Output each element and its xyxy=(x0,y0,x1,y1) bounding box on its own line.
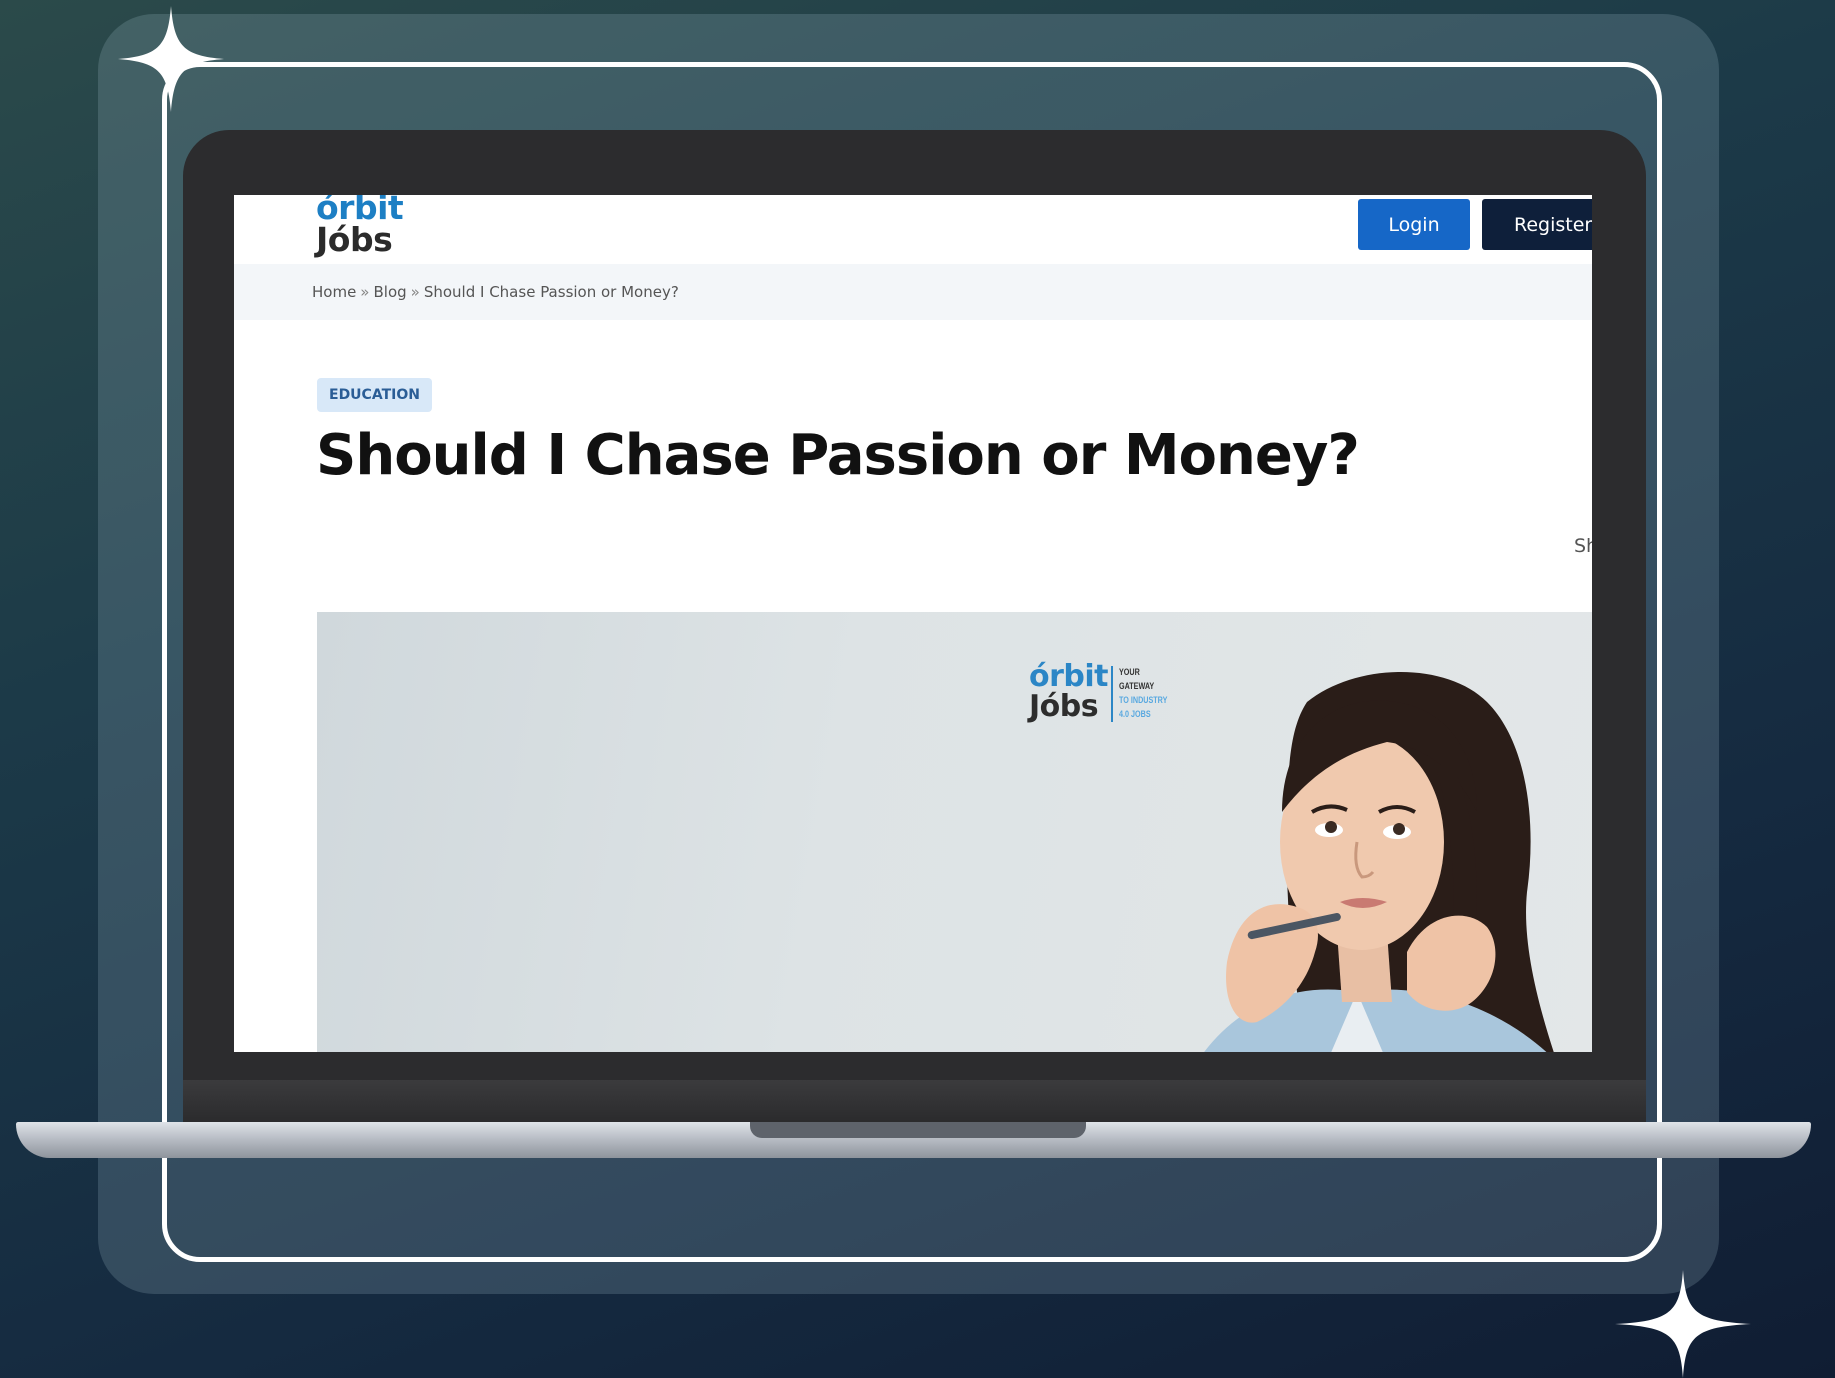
sparkle-icon xyxy=(1615,1270,1751,1378)
breadcrumb-bar: Home» Blog» Should I Chase Passion or Mone… xyxy=(234,264,1592,320)
laptop-hinge xyxy=(183,1080,1646,1124)
breadcrumb-separator: » xyxy=(360,283,370,301)
category-badge[interactable]: EDUCATION xyxy=(317,378,432,412)
breadcrumb-blog-link[interactable]: Blog xyxy=(373,283,406,301)
breadcrumb: Home» Blog» Should I Chase Passion or Mone… xyxy=(312,283,679,301)
hero-image: órbit Jóbs YOUR GATEWAY TO INDUSTRY 4.… xyxy=(317,612,1592,1052)
logo-line-2: Jóbs xyxy=(316,220,393,259)
breadcrumb-home-link[interactable]: Home xyxy=(312,283,356,301)
laptop-notch xyxy=(750,1122,1086,1138)
article-title: Should I Chase Passion or Money? xyxy=(316,423,1360,488)
login-button[interactable]: Login xyxy=(1358,199,1470,250)
thinking-woman-photo xyxy=(1204,672,1554,1052)
breadcrumb-separator: » xyxy=(410,283,420,301)
breadcrumb-current: Should I Chase Passion or Money? xyxy=(423,283,679,301)
site-header: órbit Jóbs Login Register xyxy=(234,195,1592,264)
site-logo[interactable]: órbit Jóbs xyxy=(316,195,404,259)
browser-screen: órbit Jóbs Login Register Home» Blog» Sh… xyxy=(234,195,1592,1052)
share-label: Sh xyxy=(1574,535,1592,557)
sparkle-icon xyxy=(118,6,224,112)
register-button[interactable]: Register xyxy=(1482,199,1592,250)
